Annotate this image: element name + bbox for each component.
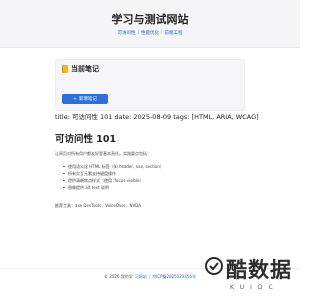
list-item: 所有交互元素支持键盘操作 [63, 170, 245, 177]
notebook-icon [62, 65, 68, 73]
watermark-icon [205, 257, 223, 275]
card-title-text: 当前笔记 [71, 65, 99, 73]
main-nav: 可访问性 | 性能优化 | 前端工程 [0, 30, 300, 36]
card-title: 当前笔记 [62, 64, 99, 74]
notes-card: 当前笔记 + 新增笔记 [55, 59, 245, 111]
nav-separator: | [161, 30, 163, 35]
footer-icp-link[interactable]: 京ICP备2025123456号 [152, 274, 196, 280]
footer-link[interactable]: 习网站 [135, 274, 147, 280]
recommended-tools: 推荐工具：axe DevTools、VoiceOver、NVDA [55, 203, 141, 208]
nav-link-performance[interactable]: 性能优化 [141, 30, 159, 36]
watermark-text: 酷数据 [226, 257, 292, 282]
bullet-list: 使用语义化 HTML 标签（如 header, nav, section） 所有… [63, 163, 245, 191]
add-note-button[interactable]: + 新增笔记 [62, 94, 108, 104]
article-intro: 让网页对所有用户都友好是基本责任。实践要点包括： [55, 151, 151, 156]
add-note-label: 新增笔记 [78, 97, 97, 102]
watermark-subtext: KUIDC [230, 284, 279, 291]
list-item: 使用语义化 HTML 标签（如 header, nav, section） [63, 163, 245, 170]
list-item: 图像提供 alt text 说明 [63, 184, 245, 191]
nav-separator: | [137, 30, 139, 35]
footer-copyright: © 2026 我的学 [104, 273, 133, 279]
nav-link-frontend[interactable]: 前端工程 [165, 30, 183, 36]
list-item: 提供清晰焦点样式（使用 :focus-visible） [63, 177, 245, 184]
watermark-logo: 酷数据 KUIDC [202, 252, 298, 298]
front-matter-line: title: 可访问性 101 date: 2025-08-09 tags: [… [55, 113, 259, 121]
site-header: 学习与测试网站 可访问性 | 性能优化 | 前端工程 [0, 0, 300, 48]
plus-icon: + [73, 96, 77, 102]
site-title: 学习与测试网站 [111, 13, 189, 26]
nav-link-accessibility[interactable]: 可访问性 [117, 30, 135, 36]
footer-separator: | [148, 274, 151, 279]
article-title: 可访问性 101 [55, 134, 117, 145]
